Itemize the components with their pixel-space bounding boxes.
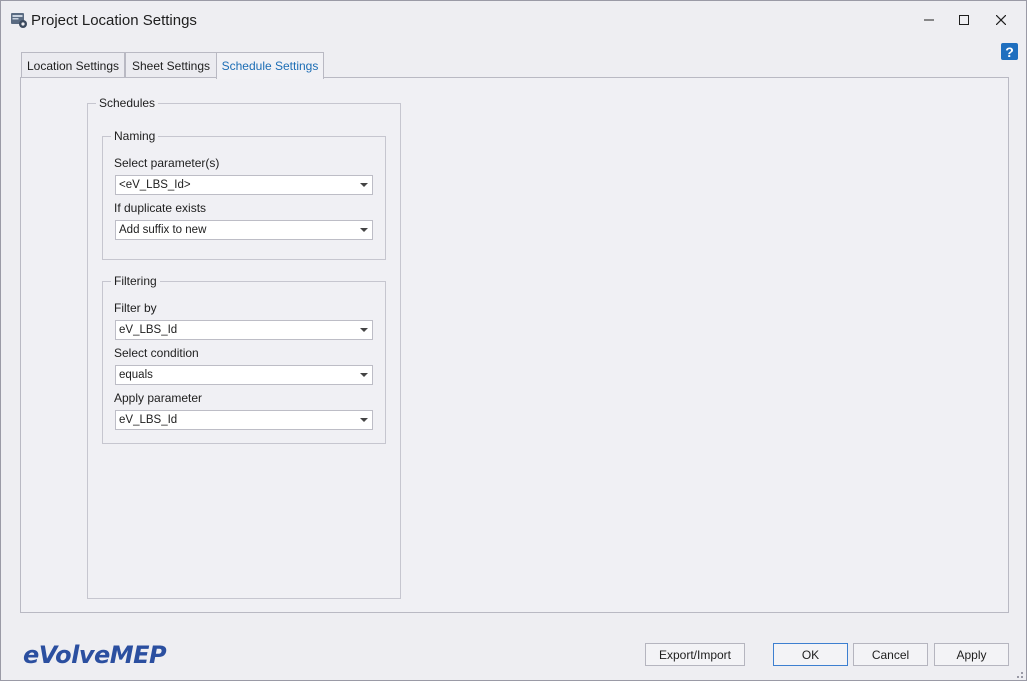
resize-grip-icon[interactable] (1013, 667, 1023, 678)
apply-parameter-dropdown[interactable]: eV_LBS_Id (115, 410, 373, 430)
title-bar: Project Location Settings (1, 1, 1026, 39)
close-button[interactable] (982, 1, 1020, 39)
close-icon (996, 15, 1006, 25)
naming-group: Naming Select parameter(s) <eV_LBS_Id> I… (102, 129, 386, 260)
schedules-group: Schedules Naming Select parameter(s) <eV… (87, 96, 401, 599)
apply-parameter-value: eV_LBS_Id (119, 414, 178, 426)
minimize-button[interactable] (910, 1, 948, 39)
export-import-button[interactable]: Export/Import (645, 643, 745, 666)
tab-label: Sheet Settings (131, 58, 211, 73)
duplicate-value: Add suffix to new (119, 224, 207, 236)
maximize-button[interactable] (945, 1, 983, 39)
help-icon[interactable]: ? (1001, 43, 1018, 60)
tab-location-settings[interactable]: Location Settings (21, 52, 125, 78)
chevron-down-icon (360, 418, 368, 422)
tab-sheet-settings[interactable]: Sheet Settings (125, 52, 217, 78)
schedules-group-label: Schedules (96, 96, 159, 110)
evolvemep-logo: eVolveMEP (23, 641, 167, 669)
ok-button[interactable]: OK (773, 643, 848, 666)
apply-button[interactable]: Apply (934, 643, 1009, 666)
naming-group-label: Naming (111, 129, 159, 143)
minimize-icon (924, 19, 934, 21)
apply-parameter-label: Apply parameter (114, 391, 203, 405)
chevron-down-icon (360, 373, 368, 377)
dialog-window: Project Location Settings ? Location Set… (0, 0, 1027, 681)
filter-by-dropdown[interactable]: eV_LBS_Id (115, 320, 373, 340)
select-parameters-value: <eV_LBS_Id> (119, 179, 191, 191)
settings-app-icon (10, 11, 28, 29)
condition-dropdown[interactable]: equals (115, 365, 373, 385)
schedule-settings-panel: Schedules Naming Select parameter(s) <eV… (20, 77, 1009, 613)
chevron-down-icon (360, 228, 368, 232)
duplicate-label: If duplicate exists (114, 201, 207, 215)
condition-value: equals (119, 369, 153, 381)
filtering-group-label: Filtering (111, 274, 160, 288)
chevron-down-icon (360, 183, 368, 187)
tab-schedule-settings[interactable]: Schedule Settings (216, 52, 324, 79)
filtering-group: Filtering Filter by eV_LBS_Id Select con… (102, 274, 386, 444)
filter-by-value: eV_LBS_Id (119, 324, 178, 336)
select-parameters-label: Select parameter(s) (114, 156, 220, 170)
condition-label: Select condition (114, 346, 199, 360)
cancel-button[interactable]: Cancel (853, 643, 928, 666)
chevron-down-icon (360, 328, 368, 332)
duplicate-dropdown[interactable]: Add suffix to new (115, 220, 373, 240)
window-title: Project Location Settings (31, 12, 197, 29)
select-parameters-dropdown[interactable]: <eV_LBS_Id> (115, 175, 373, 195)
filter-by-label: Filter by (114, 301, 157, 315)
tab-label: Location Settings (26, 58, 120, 73)
maximize-icon (959, 15, 969, 25)
tab-label: Schedule Settings (221, 59, 319, 73)
